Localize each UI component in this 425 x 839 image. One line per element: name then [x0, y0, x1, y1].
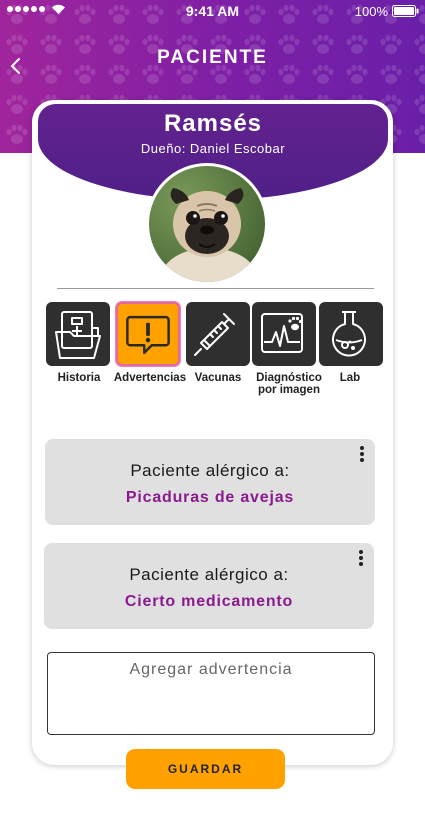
paw-xray-icon [261, 313, 303, 353]
alert-message-icon [126, 315, 170, 354]
battery-icon [392, 5, 419, 17]
save-button[interactable]: GUARDAR [126, 749, 285, 789]
flask-icon [332, 311, 366, 357]
page-title: PACIENTE [157, 47, 268, 68]
tab-vacunas[interactable] [186, 302, 250, 366]
warning-value: Cierto medicamento [124, 593, 294, 610]
tab-historia[interactable] [46, 302, 110, 366]
warning-title: Paciente alérgico a: [129, 565, 289, 584]
warning-card: Paciente alérgico a: Picaduras de avejas [45, 439, 375, 525]
warning-card: Paciente alérgico a: Cierto medicamento [44, 543, 374, 629]
status-bar: 9:41 AM 100% [0, 0, 425, 22]
tab-label-advertencias: Advertencias [113, 372, 187, 384]
add-warning-input[interactable] [47, 652, 375, 735]
medical-folder-icon [55, 311, 101, 359]
tab-lab[interactable] [319, 302, 383, 366]
owner-name: Dueño: Daniel Escobar [140, 141, 286, 156]
divider [57, 288, 374, 289]
warning-title: Paciente alérgico a: [130, 461, 290, 480]
tab-label-lab: Lab [339, 372, 361, 384]
battery-percent: 100% [354, 4, 388, 19]
tab-label-vacunas: Vacunas [194, 372, 242, 384]
pug-photo [149, 166, 265, 282]
patient-name: Ramsés [163, 110, 263, 137]
tab-label-historia: Historia [57, 372, 101, 384]
tab-diagnostico[interactable] [252, 302, 316, 366]
avatar [146, 163, 268, 285]
tab-advertencias[interactable] [116, 302, 180, 366]
warning-value: Picaduras de avejas [125, 489, 295, 506]
tab-label-diagnostico: Diagnóstico por imagen [256, 372, 322, 396]
syringe-icon [194, 313, 235, 356]
